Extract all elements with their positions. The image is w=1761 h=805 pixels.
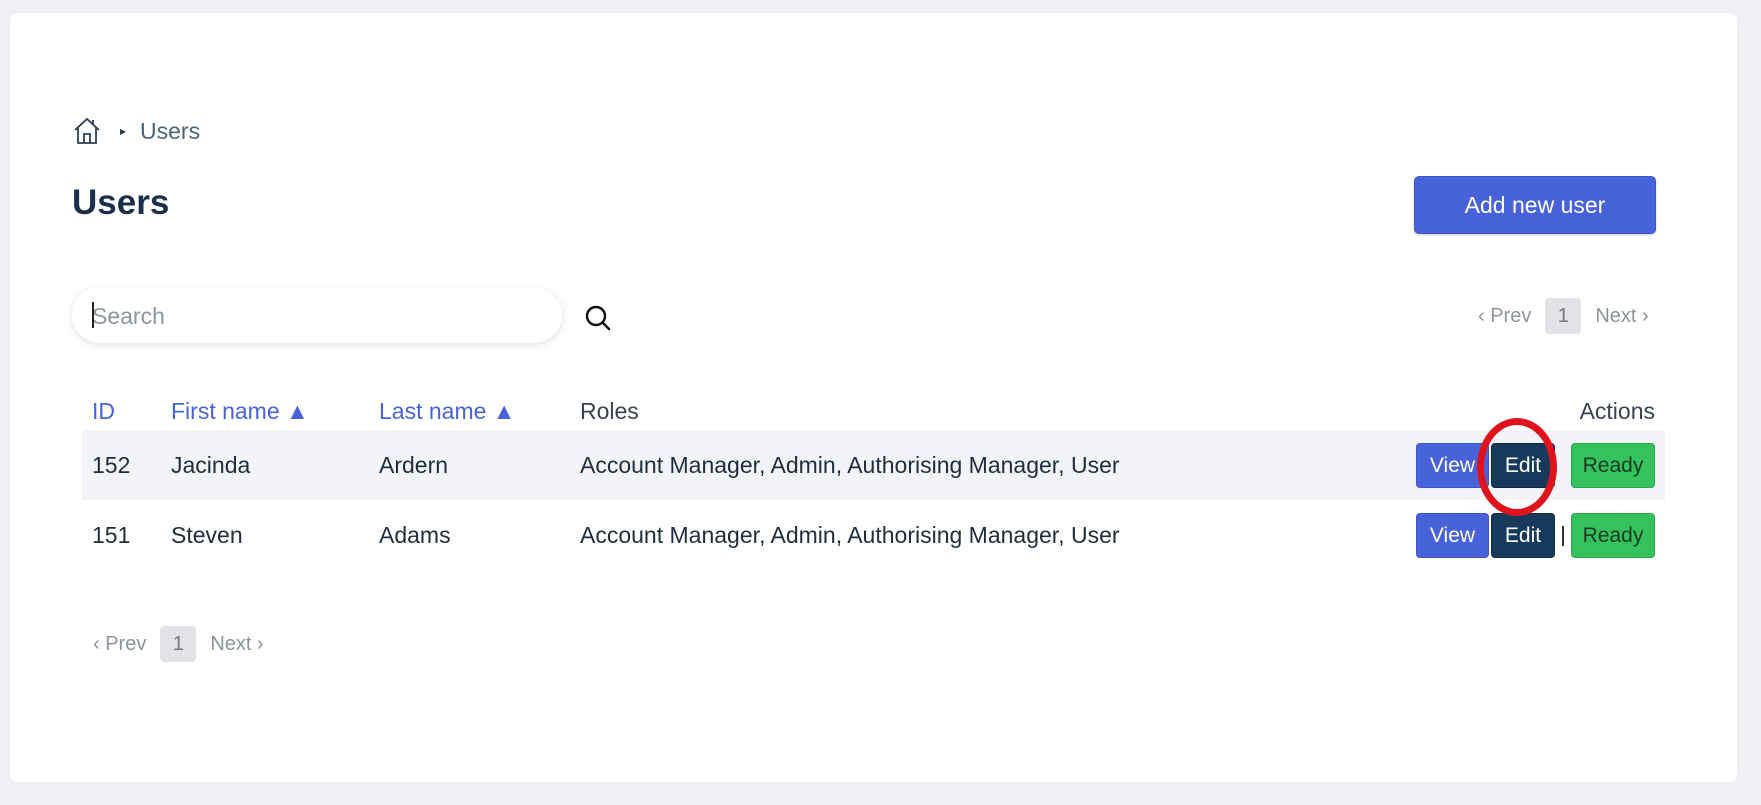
cell-id: 152 bbox=[92, 452, 131, 478]
search-input[interactable] bbox=[90, 287, 554, 345]
table-row: 152 Jacinda Ardern Account Manager, Admi… bbox=[82, 430, 1665, 500]
add-new-user-button[interactable]: Add new user bbox=[1414, 176, 1656, 234]
breadcrumb: ▸ Users bbox=[72, 114, 200, 148]
column-header-first-name[interactable]: First name ▲ bbox=[171, 398, 309, 425]
current-page-number[interactable]: 1 bbox=[1545, 298, 1582, 334]
users-table: ID First name ▲ Last name ▲ Roles Action… bbox=[82, 390, 1665, 570]
current-page-number[interactable]: 1 bbox=[160, 626, 197, 662]
cell-roles: Account Manager, Admin, Authorising Mana… bbox=[580, 522, 1120, 548]
search-box bbox=[72, 287, 562, 345]
table-header: ID First name ▲ Last name ▲ Roles Action… bbox=[82, 390, 1665, 430]
cell-first-name: Steven bbox=[171, 522, 243, 548]
column-header-last-name[interactable]: Last name ▲ bbox=[379, 398, 516, 425]
next-page-link[interactable]: Next › bbox=[210, 633, 263, 656]
divider-mark bbox=[1562, 525, 1564, 546]
edit-button[interactable]: Edit bbox=[1491, 513, 1555, 558]
next-page-link[interactable]: Next › bbox=[1595, 305, 1648, 328]
page-title: Users bbox=[72, 183, 170, 222]
cell-first-name: Jacinda bbox=[171, 452, 251, 478]
row-actions: View Edit Ready bbox=[1416, 513, 1655, 558]
cell-last-name: Ardern bbox=[379, 452, 449, 478]
view-button[interactable]: View bbox=[1416, 513, 1489, 558]
search-icon[interactable] bbox=[583, 303, 613, 333]
column-header-actions: Actions bbox=[1579, 398, 1655, 424]
column-header-id[interactable]: ID bbox=[92, 398, 115, 425]
home-icon[interactable] bbox=[72, 116, 102, 146]
ready-button[interactable]: Ready bbox=[1571, 513, 1655, 558]
cell-last-name: Adams bbox=[379, 522, 451, 548]
ready-button[interactable]: Ready bbox=[1571, 443, 1655, 488]
edit-button[interactable]: Edit bbox=[1491, 443, 1555, 488]
prev-page-link[interactable]: ‹ Prev bbox=[93, 633, 146, 656]
table-row: 151 Steven Adams Account Manager, Admin,… bbox=[82, 500, 1665, 570]
text-caret bbox=[92, 302, 94, 328]
cell-roles: Account Manager, Admin, Authorising Mana… bbox=[580, 452, 1120, 478]
row-actions: View Edit Ready bbox=[1416, 443, 1655, 488]
pagination-bottom: ‹ Prev 1 Next › bbox=[93, 626, 264, 662]
breadcrumb-separator: ▸ bbox=[120, 124, 127, 138]
cell-id: 151 bbox=[92, 522, 131, 548]
breadcrumb-current: Users bbox=[140, 117, 201, 144]
view-button[interactable]: View bbox=[1416, 443, 1489, 488]
pagination-top: ‹ Prev 1 Next › bbox=[1478, 298, 1649, 334]
prev-page-link[interactable]: ‹ Prev bbox=[1478, 305, 1531, 328]
column-header-roles: Roles bbox=[580, 398, 639, 424]
